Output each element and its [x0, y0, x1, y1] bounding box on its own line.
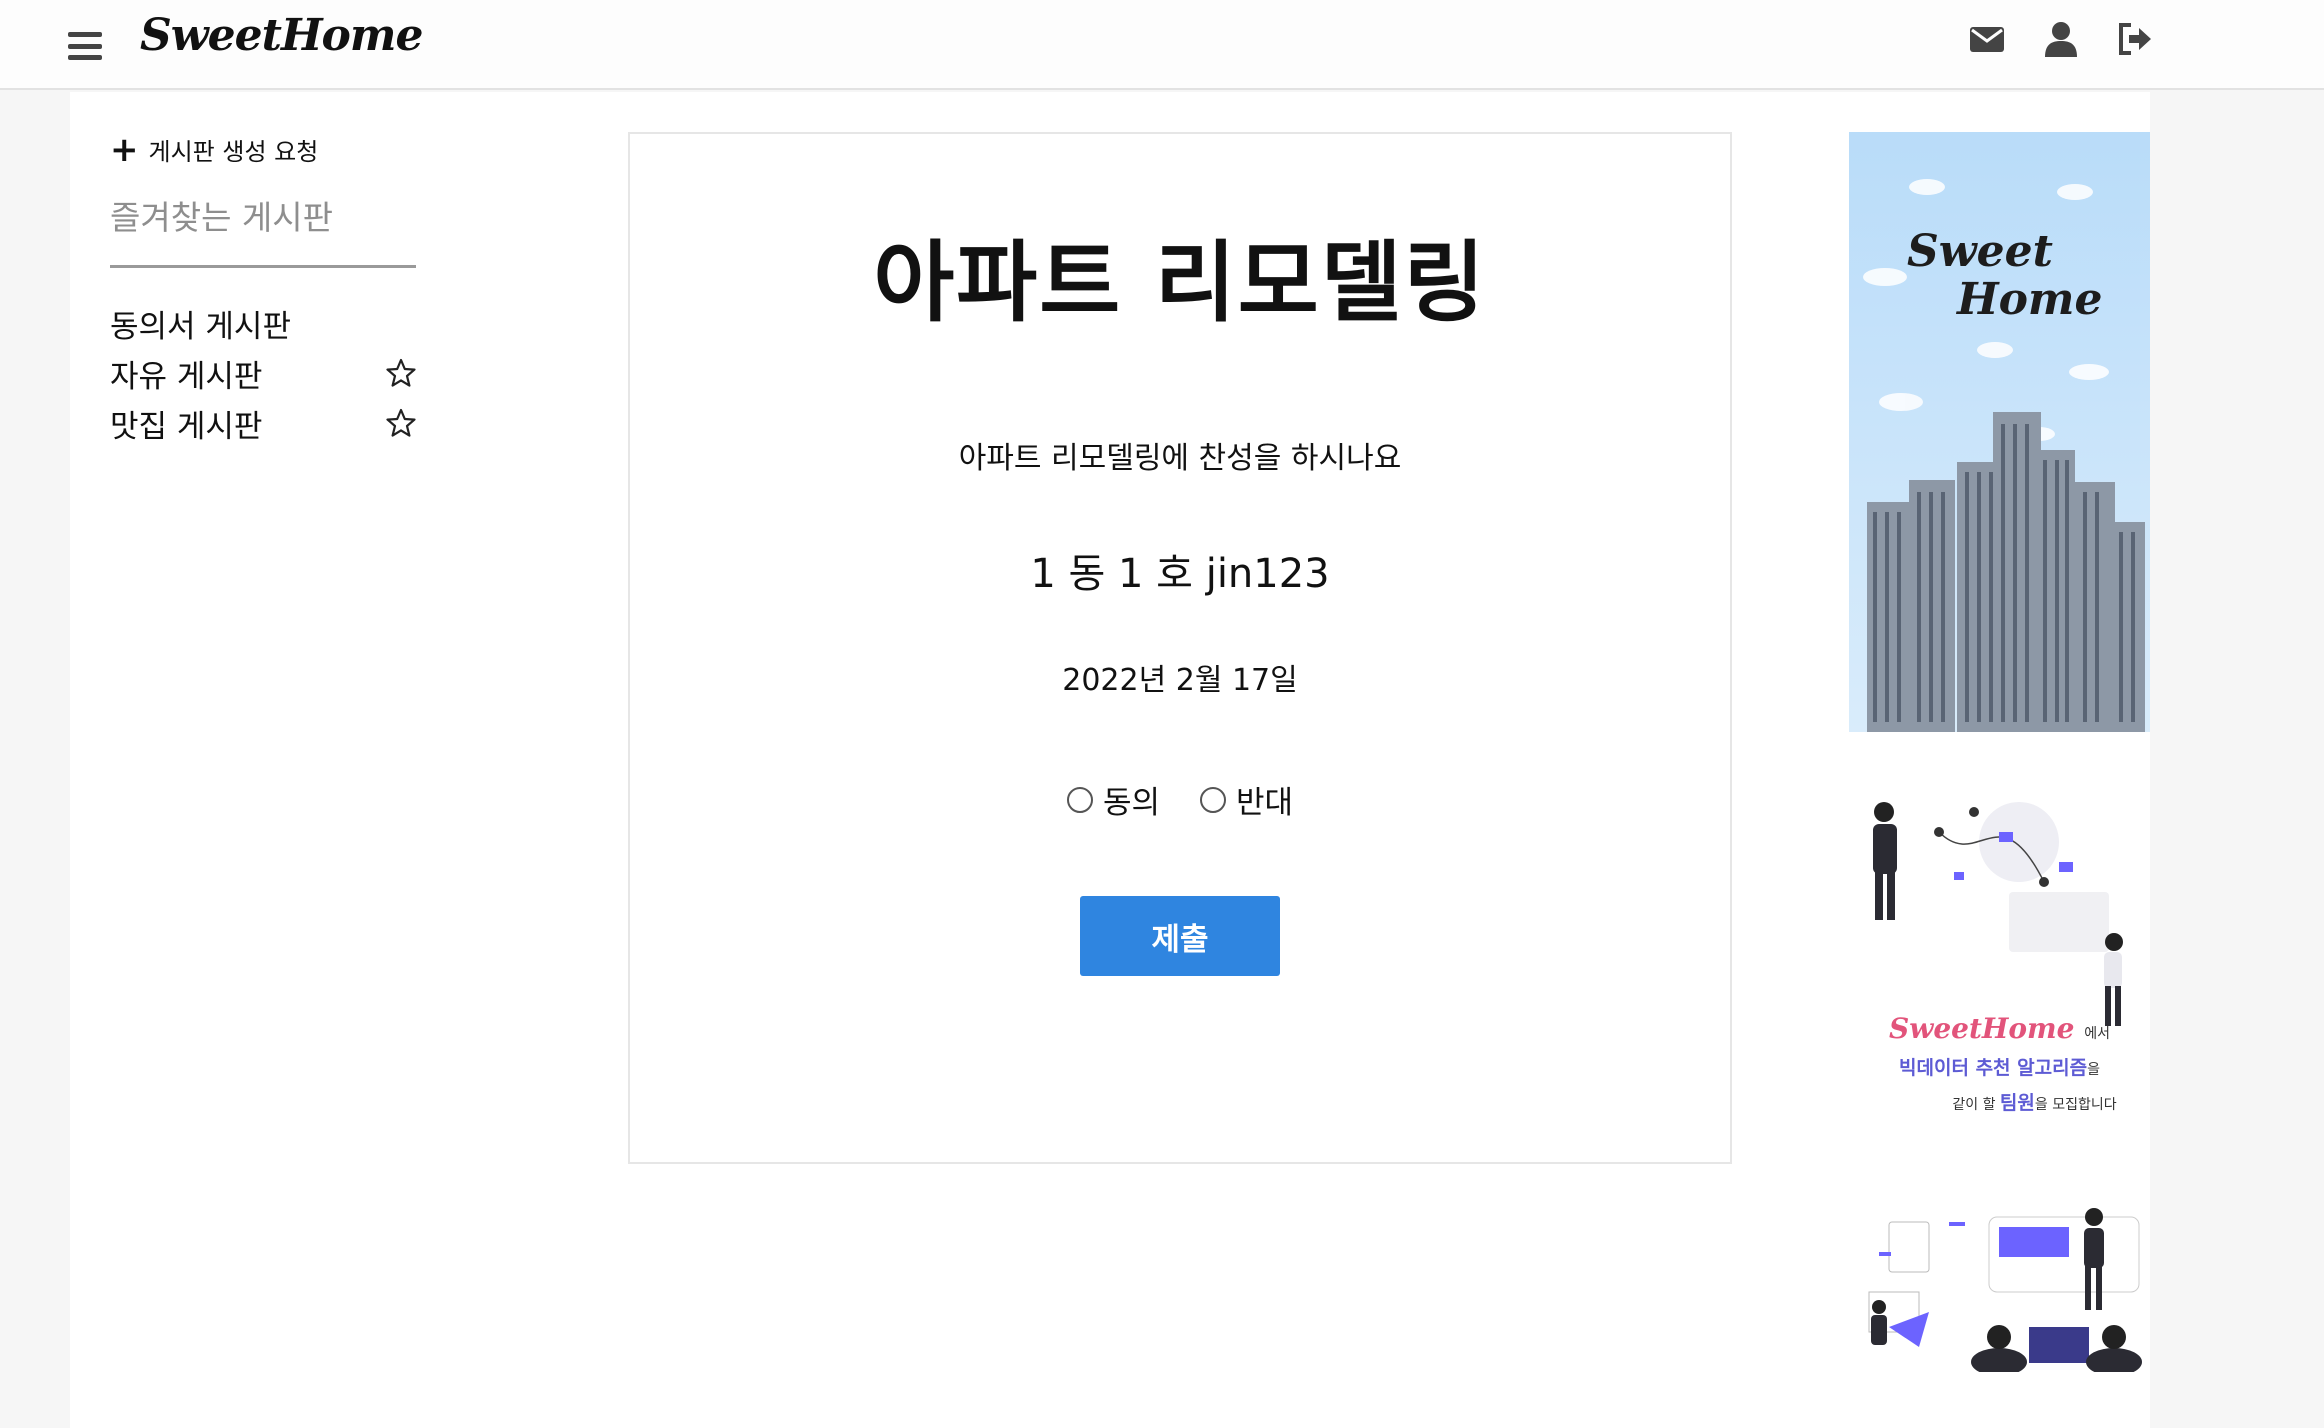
- ad-logo: Sweet Home: [1907, 226, 2103, 326]
- sidebar-item-restaurant-board[interactable]: 맛집 게시판: [110, 398, 416, 448]
- option-disagree[interactable]: 반대: [1200, 777, 1293, 822]
- vote-author: 1 동 1 호 jin123: [1030, 551, 1330, 597]
- sidebar-item-label: 자유 게시판: [110, 358, 263, 395]
- envelope-icon[interactable]: [1968, 20, 2006, 58]
- vote-date: 2022년 2월 17일: [1062, 663, 1298, 698]
- buildings-illustration: [1863, 179, 2145, 732]
- sidebar-item-consent-board[interactable]: 동의서 게시판: [110, 298, 416, 348]
- ad-recruit-line3-suffix: 을 모집합니다: [2034, 1097, 2117, 1113]
- vote-card: 아파트 리모델링 아파트 리모델링에 찬성을 하시나요 1 동 1 호 jin1…: [628, 132, 1732, 1164]
- favorites-title: 즐겨찾는 게시판: [110, 191, 416, 268]
- sidebar: + 게시판 생성 요청 즐겨찾는 게시판 동의서 게시판 자유 게시판 맛집 게…: [110, 132, 416, 448]
- menu-icon[interactable]: [68, 32, 102, 60]
- ad-recruit-brand-suffix: 에서: [2084, 1026, 2110, 1042]
- ad-recruit-line3: 같이 할 팀원을 모집합니다: [1849, 1088, 2150, 1115]
- submit-button[interactable]: 제출: [1080, 896, 1280, 976]
- board-list: 동의서 게시판 자유 게시판 맛집 게시판: [110, 298, 416, 448]
- option-agree-label: 동의: [1102, 785, 1160, 821]
- sidebar-item-label: 맛집 게시판: [110, 408, 263, 445]
- page-title: 아파트 리모델링: [873, 231, 1487, 334]
- option-agree[interactable]: 동의: [1066, 777, 1160, 822]
- option-disagree-label: 반대: [1236, 785, 1294, 821]
- sidebar-item-free-board[interactable]: 자유 게시판: [110, 348, 416, 398]
- user-icon[interactable]: [2042, 20, 2080, 58]
- create-board-request-button[interactable]: + 게시판 생성 요청: [110, 132, 416, 167]
- ad-banner-recruit[interactable]: SweetHome 에서 빅데이터 추천 알고리즘을 같이 할 팀원을 모집합니…: [1849, 772, 2150, 1372]
- ad-recruit-line3-prefix: 같이 할: [1952, 1097, 1996, 1113]
- ad-recruit-brand: SweetHome: [1889, 1012, 2075, 1045]
- plus-icon: +: [110, 129, 139, 170]
- ad-logo-line1: Sweet: [1907, 226, 2053, 277]
- top-navbar: SweetHome: [0, 0, 2324, 90]
- vote-options: 동의 반대: [630, 777, 1730, 822]
- brand-logo[interactable]: SweetHome: [140, 10, 423, 61]
- ad-recruit-brand-line: SweetHome 에서: [1849, 1012, 2150, 1045]
- nav-icon-group: [1968, 20, 2154, 58]
- ad-recruit-line3-highlight: 팀원: [1999, 1092, 2035, 1114]
- vote-question: 아파트 리모델링에 찬성을 하시나요: [958, 441, 1402, 476]
- ad-recruit-line2-suffix: 을: [2087, 1062, 2100, 1078]
- create-board-label: 게시판 생성 요청: [148, 138, 319, 166]
- page-content: + 게시판 생성 요청 즐겨찾는 게시판 동의서 게시판 자유 게시판 맛집 게…: [70, 92, 2150, 1428]
- ad-logo-line2: Home: [1957, 274, 2103, 326]
- ad-recruit-line2: 빅데이터 추천 알고리즘을: [1849, 1053, 2150, 1080]
- ad-recruit-text: SweetHome 에서 빅데이터 추천 알고리즘을 같이 할 팀원을 모집합니…: [1849, 1012, 2150, 1115]
- sign-out-icon[interactable]: [2116, 20, 2154, 58]
- radio-disagree[interactable]: [1200, 786, 1226, 813]
- star-icon[interactable]: [386, 358, 416, 388]
- radio-agree[interactable]: [1066, 786, 1093, 813]
- sidebar-item-label: 동의서 게시판: [110, 308, 291, 345]
- ad-recruit-highlight: 빅데이터 추천 알고리즘: [1899, 1057, 2088, 1079]
- star-icon[interactable]: [386, 408, 416, 438]
- ad-banner-buildings[interactable]: Sweet Home: [1849, 132, 2150, 732]
